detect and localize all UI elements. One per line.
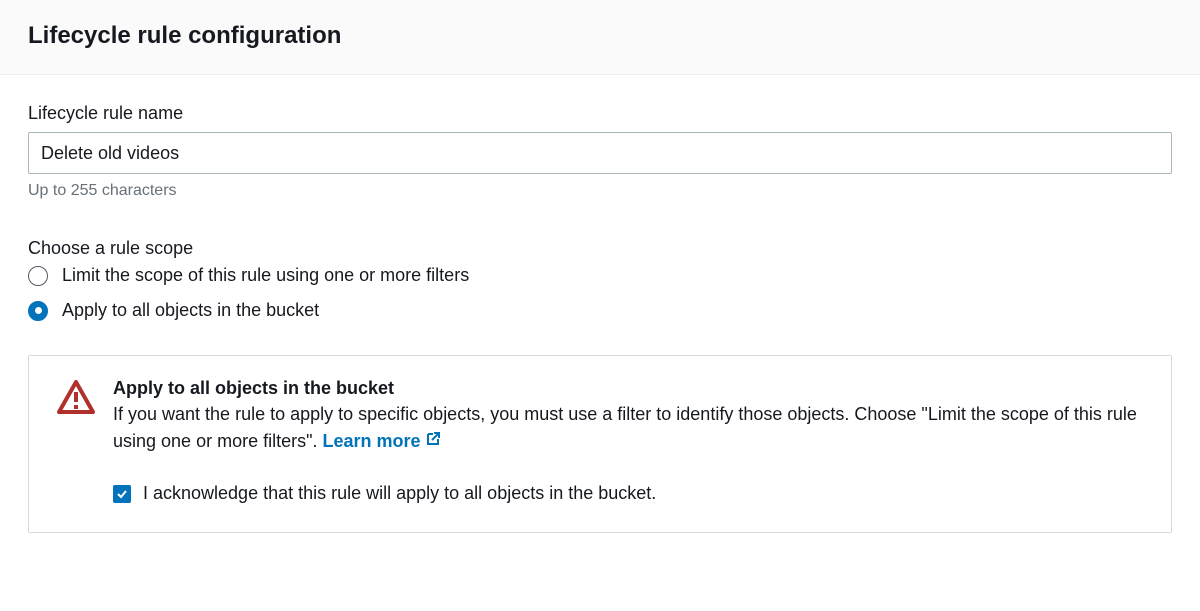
- warning-text: If you want the rule to apply to specifi…: [113, 404, 1137, 451]
- warning-title: Apply to all objects in the bucket: [113, 378, 1143, 399]
- content-area: Lifecycle rule name Up to 255 characters…: [0, 75, 1200, 533]
- warning-box: Apply to all objects in the bucket If yo…: [28, 355, 1172, 533]
- scope-option-filter[interactable]: Limit the scope of this rule using one o…: [28, 265, 1172, 286]
- warning-triangle-icon: [57, 380, 95, 419]
- warning-body: Apply to all objects in the bucket If yo…: [113, 378, 1143, 504]
- acknowledge-checkbox[interactable]: [113, 485, 131, 503]
- scope-option-all[interactable]: Apply to all objects in the bucket: [28, 300, 1172, 321]
- acknowledge-row: I acknowledge that this rule will apply …: [113, 483, 1143, 504]
- radio-icon: [28, 266, 48, 286]
- check-icon: [116, 488, 128, 500]
- scope-label: Choose a rule scope: [28, 238, 1172, 259]
- scope-option-label: Limit the scope of this rule using one o…: [62, 265, 469, 286]
- rule-name-label: Lifecycle rule name: [28, 103, 1172, 124]
- external-link-icon: [425, 428, 441, 455]
- page-title: Lifecycle rule configuration: [28, 22, 1172, 50]
- acknowledge-label: I acknowledge that this rule will apply …: [143, 483, 656, 504]
- rule-name-input[interactable]: [28, 132, 1172, 174]
- scope-section: Choose a rule scope Limit the scope of t…: [28, 238, 1172, 321]
- learn-more-label: Learn more: [323, 428, 421, 455]
- learn-more-link[interactable]: Learn more: [323, 428, 441, 455]
- radio-icon: [28, 301, 48, 321]
- scope-option-label: Apply to all objects in the bucket: [62, 300, 319, 321]
- rule-name-field: Lifecycle rule name Up to 255 characters: [28, 103, 1172, 200]
- warning-text-content: If you want the rule to apply to specifi…: [113, 404, 1137, 451]
- rule-name-helper: Up to 255 characters: [28, 182, 1172, 200]
- header-bar: Lifecycle rule configuration: [0, 0, 1200, 75]
